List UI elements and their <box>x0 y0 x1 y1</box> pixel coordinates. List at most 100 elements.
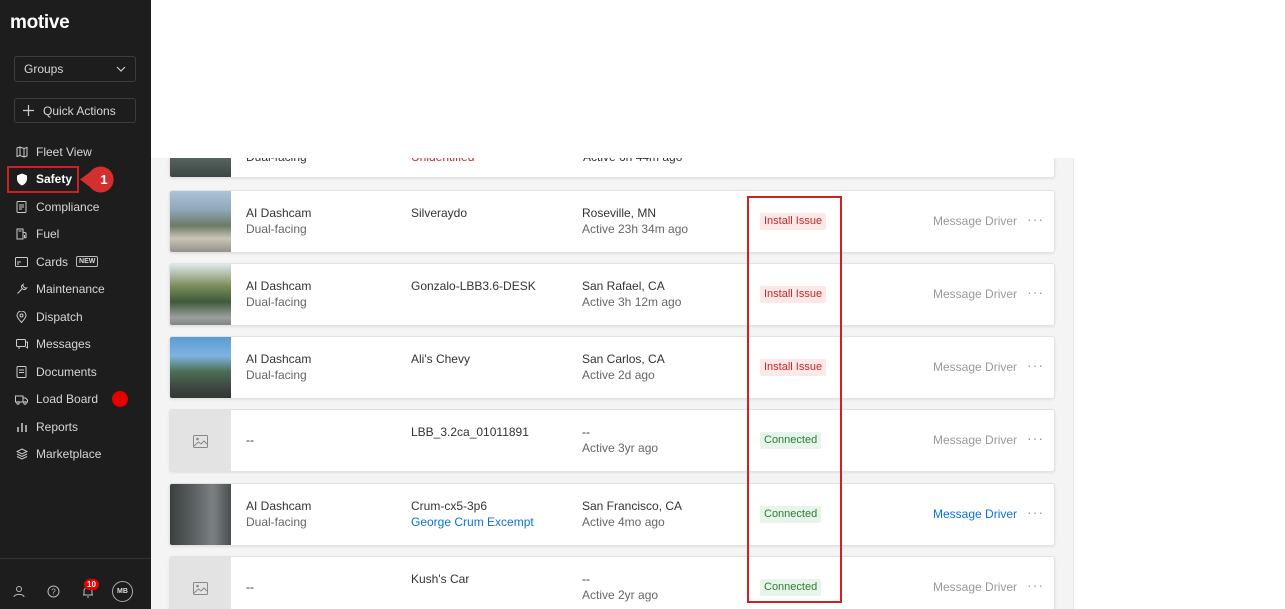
location-cell: -- Active 2yr ago <box>582 571 658 603</box>
camera-cell: -- <box>246 579 254 595</box>
svg-text:?: ? <box>51 588 56 597</box>
active-time: Active 3yr ago <box>582 441 659 455</box>
sidebar-item-maintenance[interactable]: Maintenance <box>0 276 151 304</box>
status-badge: Connected <box>760 432 822 449</box>
dashcam-thumbnail <box>170 337 231 398</box>
message-driver-link[interactable]: Message Driver <box>933 360 1017 374</box>
page-header: Safety Request Video Overview Coaching D… <box>151 0 1285 158</box>
camera-sub: Dual-facing <box>246 222 307 236</box>
notification-count-badge: 10 <box>84 579 99 590</box>
tab-events[interactable]: Events <box>353 56 390 74</box>
vehicle-cell: Silveraydo <box>411 205 467 221</box>
message-driver-link[interactable]: Message Driver <box>933 214 1017 228</box>
vehicle-cell: Kush's Car <box>411 571 469 587</box>
tab-speeding[interactable]: Speeding <box>404 56 455 74</box>
vehicle-name: Unidentified <box>411 150 475 164</box>
message-driver-link[interactable]: Message Driver <box>933 287 1017 301</box>
location-pin-icon <box>15 310 28 323</box>
camera-cell: -- <box>246 432 254 448</box>
groups-label: Groups <box>24 62 64 76</box>
more-options-icon[interactable]: ··· <box>1027 284 1044 300</box>
camera-types-label: All Camera Types <box>184 112 279 126</box>
message-driver-link[interactable]: Message Driver <box>933 580 1017 594</box>
table-row[interactable]: AI Dashcam Dual-facing Gonzalo-LBB3.6-DE… <box>169 263 1055 326</box>
more-options-icon[interactable]: ··· <box>1027 504 1044 520</box>
help-icon[interactable]: ? <box>47 585 60 601</box>
groups-dropdown[interactable]: Groups <box>14 56 136 82</box>
tab-coaching[interactable]: Coaching <box>234 56 285 74</box>
location-cell: San Francisco, CA Active 4mo ago <box>582 498 682 530</box>
more-options-icon[interactable]: ··· <box>1027 430 1044 446</box>
location-cell: San Carlos, CA Active 2d ago <box>582 351 665 383</box>
tab-requests[interactable]: Requests <box>470 56 521 74</box>
camera-type: AI Dashcam <box>246 499 312 513</box>
table-row[interactable]: -- Kush's Car -- Active 2yr ago Connecte… <box>169 556 1055 609</box>
quick-actions-button[interactable]: Quick Actions <box>14 98 136 123</box>
tab-overview[interactable]: Overview <box>169 56 219 74</box>
fuel-pump-icon <box>15 228 28 241</box>
table-row[interactable]: AI Dashcam Dual-facing Ali's Chevy San C… <box>169 336 1055 399</box>
sidebar-item-compliance[interactable]: Compliance <box>0 193 151 221</box>
vehicles-filter[interactable]: All Vehicles <box>362 105 516 133</box>
camera-types-filter[interactable]: All Camera Types <box>173 105 348 133</box>
chevron-down-icon <box>1258 116 1267 122</box>
user-settings-icon[interactable] <box>13 585 26 601</box>
tab-drivers[interactable]: Drivers <box>300 56 338 74</box>
avatar[interactable]: MB <box>112 581 133 602</box>
vehicle-cell: LBB_3.2ca_01011891 <box>411 424 529 440</box>
message-driver-link[interactable]: Message Driver <box>933 433 1017 447</box>
quick-actions-label: Quick Actions <box>43 103 116 118</box>
camera-sub: Dual-facing <box>246 150 307 164</box>
sidebar-item-messages[interactable]: Messages <box>0 331 151 359</box>
table-row[interactable]: AI Dashcam Dual-facing Crum-cx5-3p6 Geor… <box>169 483 1055 546</box>
sidebar-item-fleet-view[interactable]: Fleet View <box>0 138 151 166</box>
table-row[interactable]: -- LBB_3.2ca_01011891 -- Active 3yr ago … <box>169 409 1055 472</box>
sidebar-item-reports[interactable]: Reports <box>0 413 151 441</box>
header-divider <box>151 81 1285 82</box>
table-row[interactable]: Dual-facing Unidentified Active 6h 44m a… <box>169 140 1055 178</box>
vehicle-cell: Gonzalo-LBB3.6-DESK <box>411 278 536 294</box>
safety-highlight-box <box>7 166 79 193</box>
more-options-icon[interactable]: ··· <box>1027 577 1044 593</box>
sort-dropdown[interactable]: Status <box>1187 105 1278 133</box>
map-icon <box>15 145 28 158</box>
sidebar-item-dispatch[interactable]: Dispatch <box>0 303 151 331</box>
dashcam-thumbnail-placeholder <box>170 410 231 471</box>
sidebar-item-marketplace[interactable]: Marketplace <box>0 441 151 469</box>
status-badge: Install Issue <box>760 359 827 376</box>
sidebar-item-label: Reports <box>36 419 79 434</box>
sidebar-item-cards[interactable]: Cards NEW <box>0 248 151 276</box>
more-options-icon[interactable]: ··· <box>1027 211 1044 227</box>
message-driver-link[interactable]: Message Driver <box>933 507 1017 521</box>
sidebar-item-fuel[interactable]: Fuel <box>0 221 151 249</box>
sidebar: motive Groups Quick Actions Fleet View S… <box>0 0 151 609</box>
active-time: Active 23h 34m ago <box>582 222 689 236</box>
more-options-icon[interactable]: ··· <box>1027 357 1044 373</box>
chevron-down-icon <box>495 116 505 122</box>
statuses-filter[interactable]: All Statuses <box>530 105 705 133</box>
documents-icon <box>15 365 28 378</box>
chevron-down-icon <box>684 116 694 122</box>
vehicle-name: Ali's Chevy <box>411 352 470 366</box>
sidebar-item-label: Maintenance <box>36 282 105 297</box>
location: -- <box>582 425 590 439</box>
vehicle-cell: Crum-cx5-3p6 George Crum Excempt <box>411 498 534 530</box>
location: San Rafael, CA <box>582 279 665 293</box>
sidebar-item-label: Load Board <box>36 392 99 407</box>
dashcam-thumbnail-placeholder <box>170 557 231 609</box>
active-time: Active 2yr ago <box>582 588 659 602</box>
active-time: Active 6h 44m ago <box>583 150 683 164</box>
request-video-button[interactable]: Request Video <box>1183 9 1281 37</box>
motive-logo[interactable]: motive <box>10 12 70 34</box>
sidebar-item-load-board[interactable]: Load Board <box>0 386 151 414</box>
chat-icon <box>15 338 28 351</box>
sidebar-item-documents[interactable]: Documents <box>0 358 151 386</box>
table-row[interactable]: AI Dashcam Dual-facing Silveraydo Rosevi… <box>169 190 1055 253</box>
search-icon <box>730 113 742 125</box>
search-hardware-input[interactable]: Search Hardware Info <box>719 105 909 133</box>
active-time: Active 3h 12m ago <box>582 295 682 309</box>
status-badge: Install Issue <box>760 286 827 303</box>
driver-link[interactable]: George Crum Excempt <box>411 514 534 530</box>
location: San Carlos, CA <box>582 352 665 366</box>
camera-type: AI Dashcam <box>246 279 312 293</box>
